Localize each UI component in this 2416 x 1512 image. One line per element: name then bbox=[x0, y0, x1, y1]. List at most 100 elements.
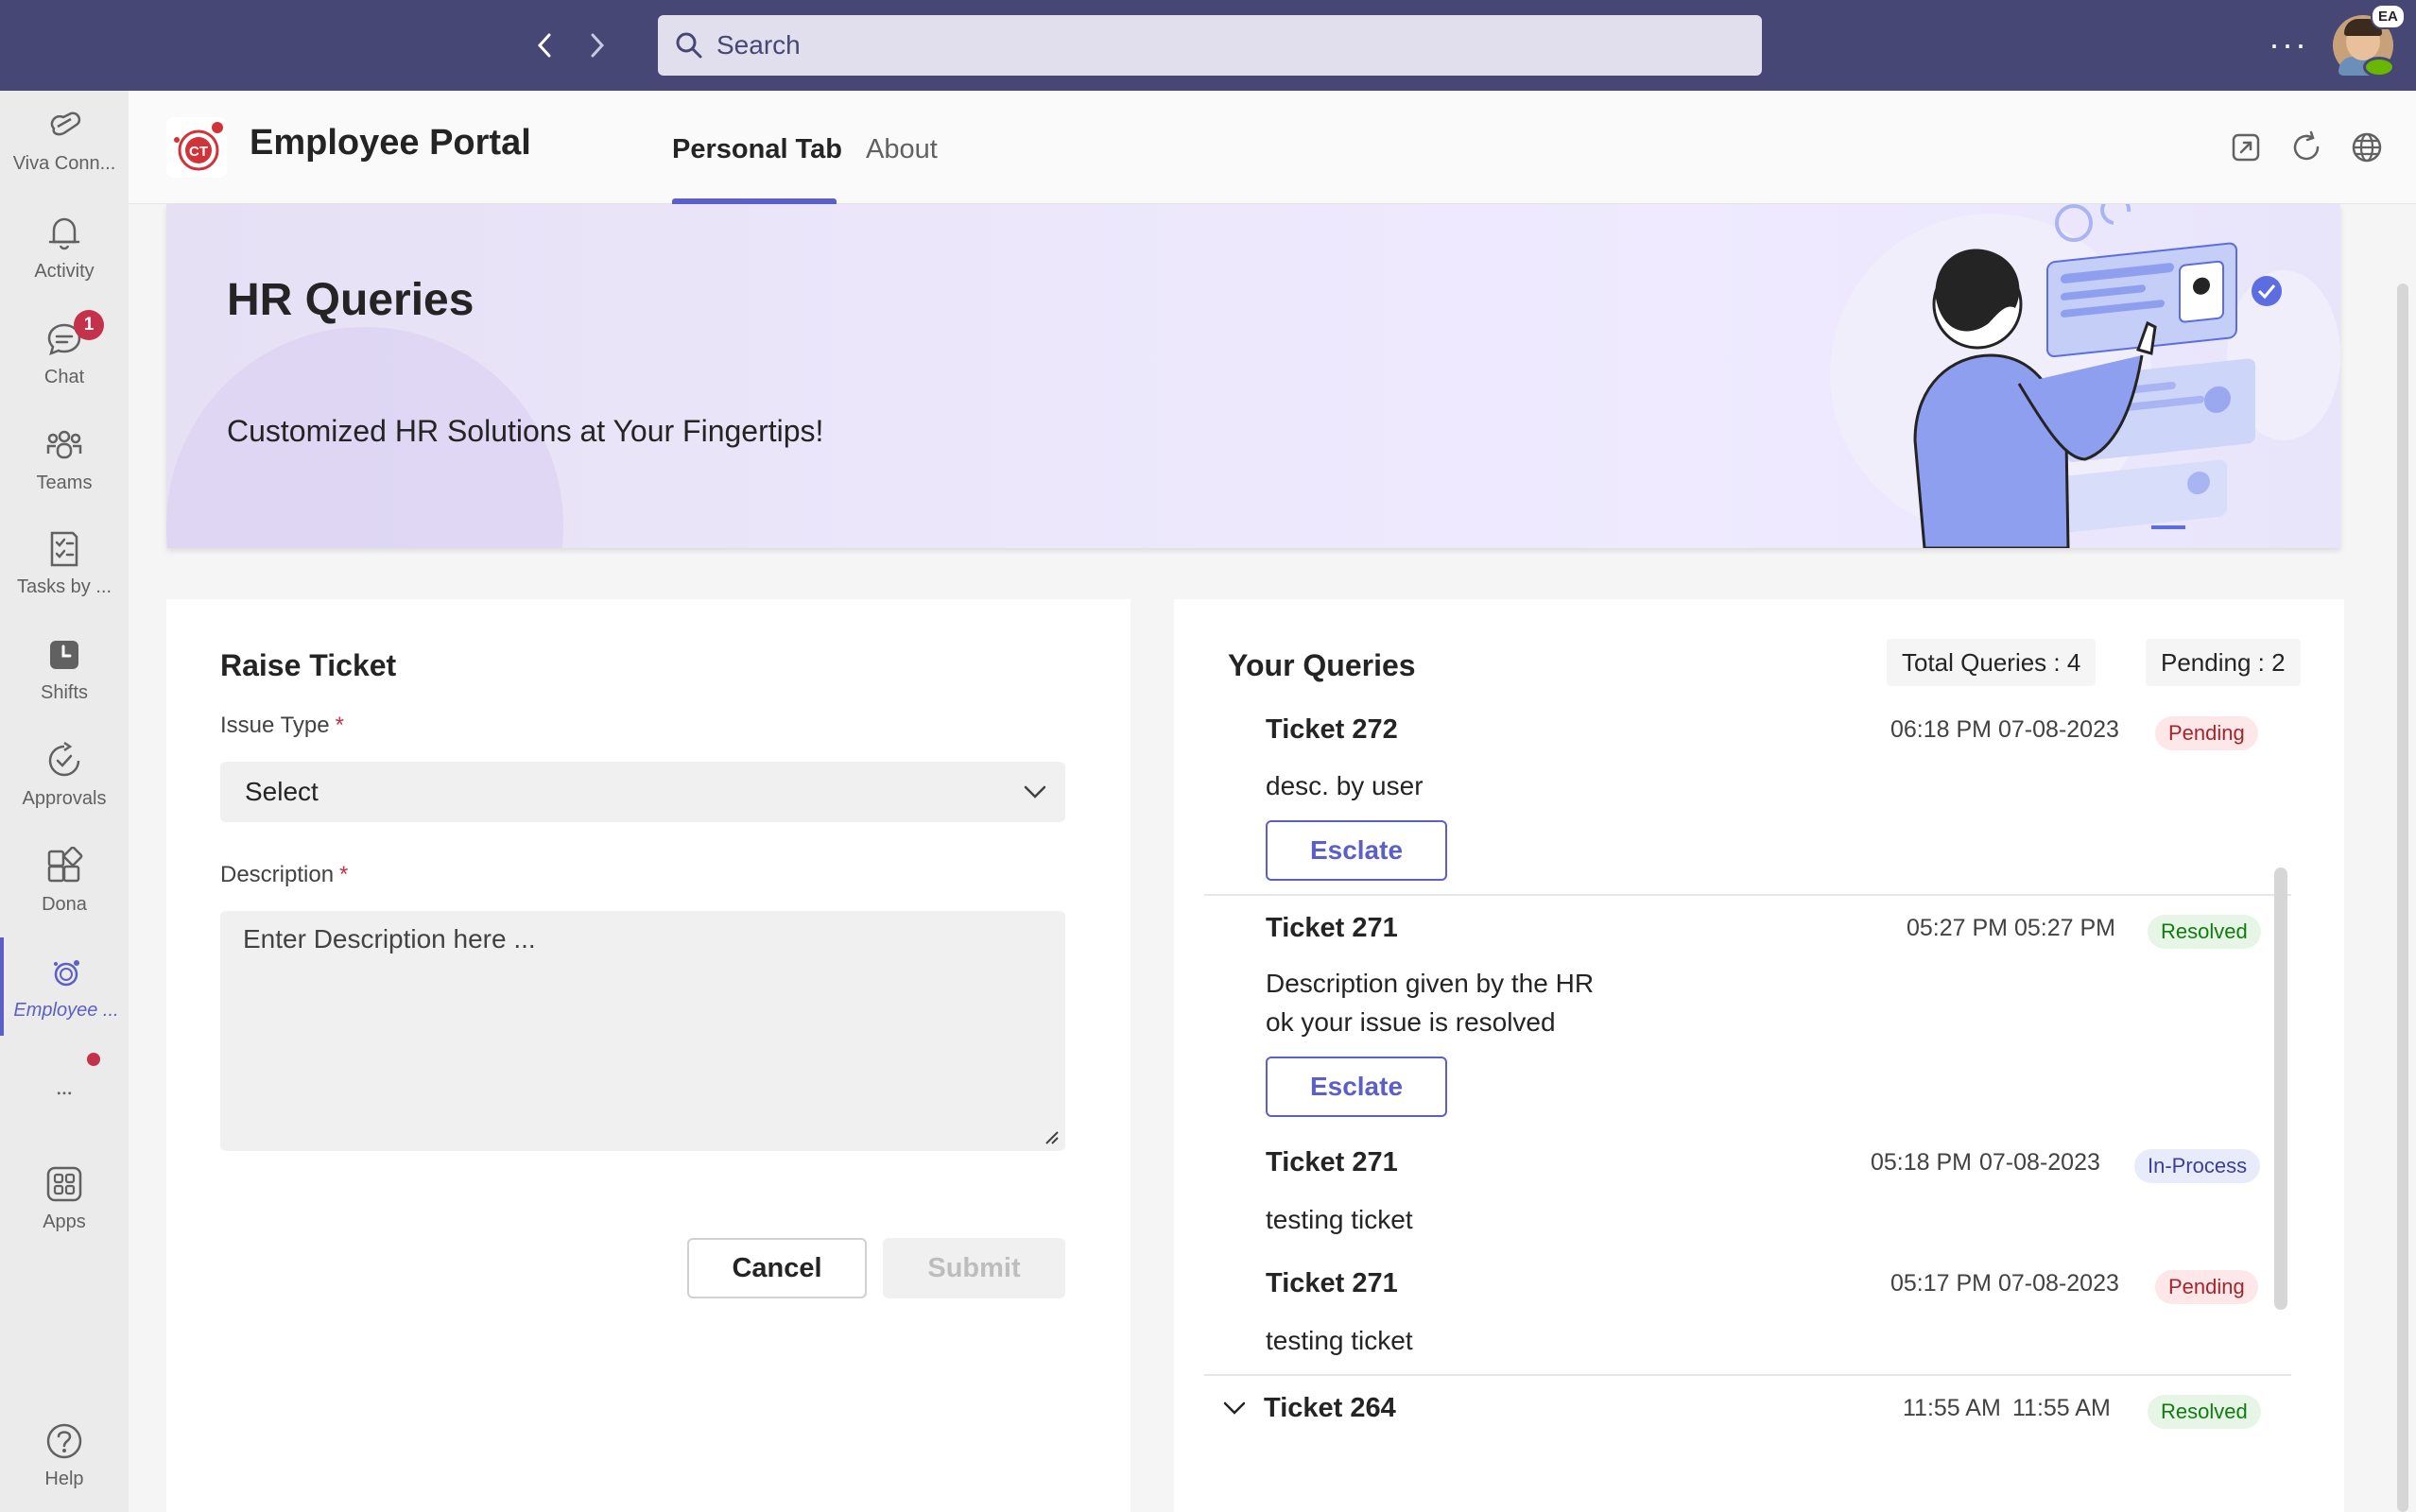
presence-available-icon bbox=[2363, 57, 2395, 77]
page-scrollbar[interactable] bbox=[2397, 284, 2408, 1512]
chevron-down-icon bbox=[1024, 785, 1046, 799]
rail-item-label: Activity bbox=[34, 261, 95, 282]
rail-item-label: Dona bbox=[42, 894, 87, 915]
ticket-date: 05:27 PM bbox=[2014, 915, 2116, 941]
employee-portal-icon bbox=[54, 960, 79, 987]
employee-portal-logo: CT bbox=[166, 117, 227, 178]
rail-item-label: Employee ... bbox=[13, 1000, 119, 1021]
submit-button[interactable]: Submit bbox=[883, 1238, 1065, 1298]
your-queries-title: Your Queries bbox=[1228, 648, 1416, 682]
unread-badge: 1 bbox=[74, 310, 104, 340]
rail-item-label: Viva Conn... bbox=[12, 153, 116, 174]
pop-out-icon[interactable] bbox=[2229, 130, 2263, 164]
apps-icon bbox=[46, 1166, 82, 1202]
rail-item-approvals[interactable]: Approvals bbox=[0, 726, 129, 824]
pending-count: Pending : 2 bbox=[2146, 639, 2301, 686]
ticket-date: 07-08-2023 bbox=[1998, 716, 2119, 743]
rail-item-chat[interactable]: Chat 1 bbox=[0, 304, 129, 403]
raise-ticket-card: Raise Ticket Issue Type * Select Descript… bbox=[166, 599, 1130, 1512]
rail-item-label: Tasks by ... bbox=[16, 576, 112, 597]
escalate-button[interactable]: Esclate bbox=[1266, 1057, 1447, 1117]
your-queries-card: Your Queries Total Queries : 4 Pending :… bbox=[1174, 599, 2344, 1512]
svg-text:CT: CT bbox=[189, 144, 208, 160]
globe-icon[interactable] bbox=[2350, 130, 2384, 164]
ticket-description: desc. by user bbox=[1266, 771, 1424, 800]
search-icon bbox=[676, 32, 702, 59]
ticket-title: Ticket 271 bbox=[1266, 1147, 1398, 1177]
ticket-description-line2: ok your issue is resolved bbox=[1266, 1007, 1556, 1037]
raise-ticket-title: Raise Ticket bbox=[220, 648, 397, 682]
ticket-date: 07-08-2023 bbox=[1979, 1149, 2100, 1176]
tasks-icon bbox=[50, 531, 78, 567]
hero-banner: HR Queries Customized HR Solutions at Yo… bbox=[166, 204, 2340, 548]
rail-item-employee-portal[interactable]: Employee ... bbox=[0, 937, 129, 1036]
rail-item-activity[interactable]: Activity bbox=[0, 198, 129, 297]
ticket-time: 05:17 PM bbox=[1890, 1270, 1993, 1297]
list-scrollbar[interactable] bbox=[2274, 868, 2287, 1310]
ticket-description: testing ticket bbox=[1266, 1326, 1413, 1355]
divider bbox=[1204, 894, 2291, 896]
rail-item-label: Help bbox=[44, 1469, 84, 1489]
ticket-date: 07-08-2023 bbox=[1998, 1270, 2119, 1297]
issue-type-label: Issue Type * bbox=[220, 713, 344, 738]
back-arrow-icon[interactable] bbox=[526, 26, 563, 64]
account-initials: EA bbox=[2371, 4, 2406, 29]
status-badge: Resolved bbox=[2148, 1395, 2261, 1429]
notification-dot bbox=[87, 1053, 100, 1066]
app-title: Employee Portal bbox=[250, 123, 531, 163]
rail-item-label: Teams bbox=[36, 472, 93, 493]
rail-item-label: Chat bbox=[43, 367, 85, 387]
hr-illustration bbox=[1830, 204, 2340, 548]
issue-type-dropdown[interactable]: Select bbox=[220, 762, 1065, 822]
status-badge: Resolved bbox=[2148, 915, 2261, 949]
banner-subtitle: Customized HR Solutions at Your Fingerti… bbox=[227, 414, 824, 448]
more-apps-icon[interactable] bbox=[0, 1074, 129, 1121]
status-badge: Pending bbox=[2155, 1270, 2258, 1304]
ticket-description: Description given by the HR bbox=[1266, 969, 1595, 998]
bell-icon bbox=[48, 217, 80, 250]
rail-item-label: Apps bbox=[43, 1211, 86, 1232]
ticket-time: 05:27 PM bbox=[1907, 915, 2009, 941]
resize-handle-icon[interactable] bbox=[1043, 1128, 1060, 1145]
tab-personal[interactable]: Personal Tab bbox=[672, 134, 842, 165]
ticket-time: 05:18 PM bbox=[1871, 1149, 1973, 1176]
rail-item-apps[interactable]: Apps bbox=[0, 1149, 129, 1247]
refresh-icon[interactable] bbox=[2289, 130, 2323, 164]
approvals-icon bbox=[48, 741, 80, 777]
chevron-down-icon[interactable] bbox=[1221, 1395, 1248, 1421]
app-header: CT Employee Portal Personal Tab About bbox=[129, 91, 2416, 204]
help-icon bbox=[46, 1423, 82, 1459]
status-badge: In-Process bbox=[2134, 1149, 2261, 1183]
rail-item-shifts[interactable]: Shifts bbox=[0, 620, 129, 718]
description-textarea[interactable]: Enter Description here ... bbox=[220, 911, 1065, 1151]
ticket-title: Ticket 271 bbox=[1266, 913, 1398, 943]
viva-connections-icon bbox=[50, 112, 81, 136]
required-asterisk: * bbox=[339, 862, 349, 887]
title-bar: Search ··· EA bbox=[0, 0, 2416, 91]
description-label: Description * bbox=[220, 862, 349, 887]
rail-item-help[interactable]: Help bbox=[0, 1406, 129, 1504]
rail-item-tasks[interactable]: Tasks by ... bbox=[0, 514, 129, 612]
forward-arrow-icon[interactable] bbox=[578, 26, 616, 64]
status-badge: Pending bbox=[2155, 716, 2258, 750]
rail-item-viva-connections[interactable]: Viva Conn... bbox=[0, 91, 129, 189]
ticket-time: 06:18 PM bbox=[1890, 716, 1993, 743]
ticket-title: Ticket 272 bbox=[1266, 714, 1398, 745]
teams-icon bbox=[46, 430, 82, 459]
rail-item-teams[interactable]: Teams bbox=[0, 410, 129, 508]
cancel-button[interactable]: Cancel bbox=[687, 1238, 867, 1298]
search-input[interactable]: Search bbox=[658, 15, 1762, 76]
rail-item-label: Shifts bbox=[40, 682, 89, 703]
escalate-button[interactable]: Esclate bbox=[1266, 820, 1447, 881]
ticket-title: Ticket 271 bbox=[1266, 1268, 1398, 1298]
avatar[interactable]: EA bbox=[2333, 4, 2406, 77]
rail-item-dona[interactable]: Dona bbox=[0, 832, 129, 930]
ticket-date: 11:55 AM bbox=[2012, 1395, 2111, 1421]
tab-about[interactable]: About bbox=[866, 134, 938, 165]
required-asterisk: * bbox=[335, 713, 344, 738]
more-options-icon[interactable]: ··· bbox=[2269, 25, 2308, 64]
ticket-title[interactable]: Ticket 264 bbox=[1264, 1393, 1396, 1424]
ticket-description: testing ticket bbox=[1266, 1205, 1413, 1234]
banner-title: HR Queries bbox=[227, 275, 475, 325]
total-queries-count: Total Queries : 4 bbox=[1887, 639, 2097, 686]
